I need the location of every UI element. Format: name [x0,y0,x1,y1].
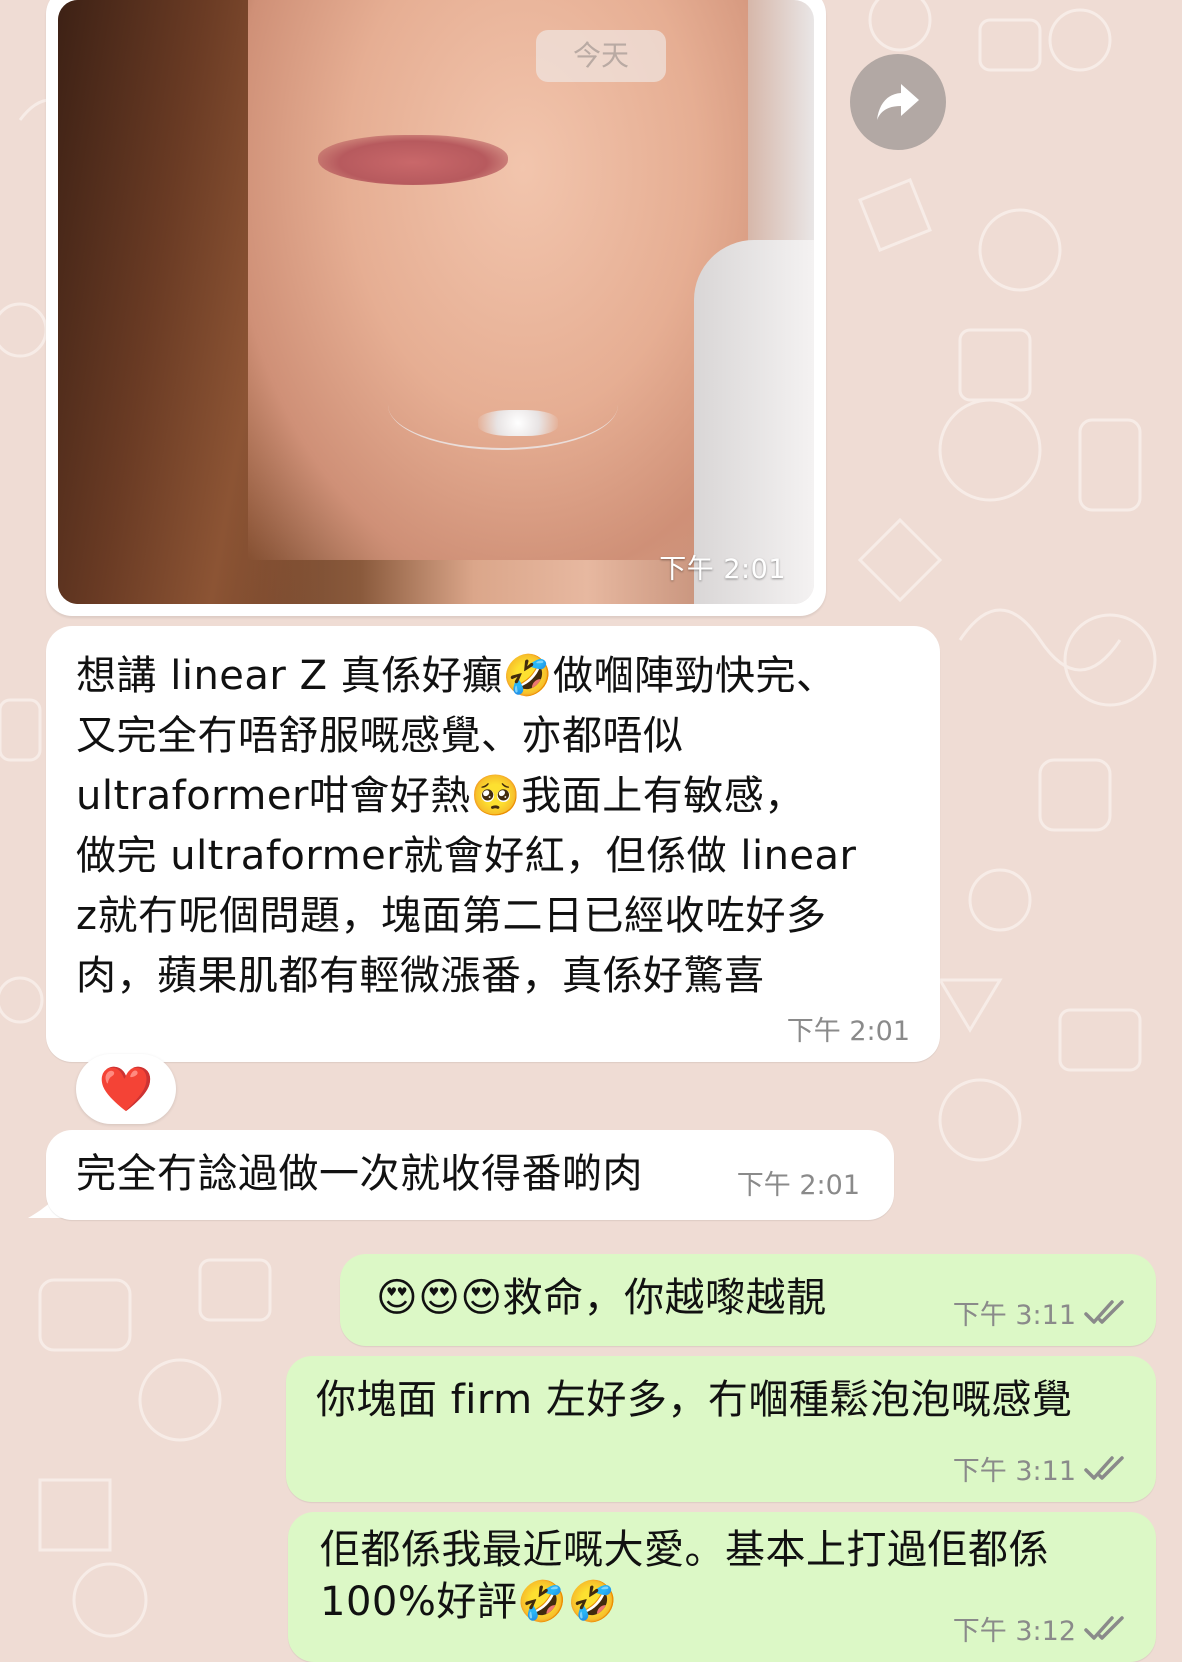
double-check-icon [1084,1615,1126,1642]
photo-pendant [478,410,558,436]
message-timestamp: 下午 2:01 [786,1016,910,1047]
photo-necklace [388,360,618,450]
photo-image[interactable]: 下午 2:01 [58,0,814,604]
message-text: 你塊面 firm 左好多，冇嗰種鬆泡泡嘅感覺 [316,1377,1073,1423]
photo-lips [318,135,508,185]
message-timestamp: 下午 2:01 [736,1170,860,1201]
photo-face [248,0,748,560]
outgoing-message[interactable]: 你塊面 firm 左好多，冇嗰種鬆泡泡嘅感覺 下午 3:11 [286,1356,1156,1502]
incoming-message[interactable]: 想講 linear Z 真係好癲🤣做嗰陣勁快完、 又完全冇唔舒服嘅感覺、亦都唔似… [46,626,940,1062]
outgoing-message[interactable]: 😍😍😍救命，你越嚟越靚 下午 3:11 [340,1254,1156,1346]
message-timestamp: 下午 3:11 [952,1300,1076,1331]
outgoing-message[interactable]: 佢都係我最近嘅大愛。基本上打過佢都係 100%好評🤣🤣 下午 3:12 [288,1512,1156,1662]
photo-timestamp: 下午 2:01 [659,554,786,585]
double-check-icon [1084,1455,1126,1482]
photo-message[interactable]: 下午 2:01 [46,0,826,616]
heart-icon: ❤️ [98,1064,154,1115]
forward-icon [877,84,919,120]
date-chip: 今天 [536,30,666,82]
message-timestamp: 下午 3:12 [952,1616,1076,1647]
incoming-message[interactable]: 完全冇諗過做一次就收得番啲肉 下午 2:01 [46,1130,894,1220]
message-text: 想講 linear Z 真係好癲🤣做嗰陣勁快完、 又完全冇唔舒服嘅感覺、亦都唔似… [76,653,857,999]
message-timestamp: 下午 3:11 [952,1456,1076,1487]
forward-button[interactable] [850,54,946,150]
heart-reaction[interactable]: ❤️ [76,1054,176,1124]
double-check-icon [1084,1299,1126,1326]
